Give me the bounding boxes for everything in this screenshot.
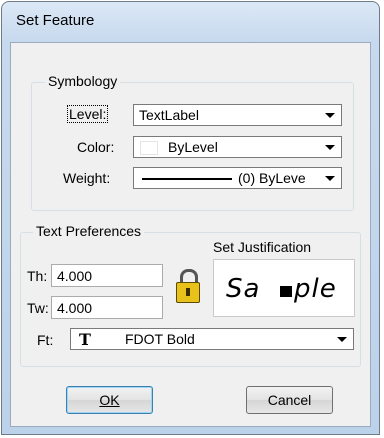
dialog-client-area: Symbology Level: TextLabel Color: ByLeve…	[10, 42, 371, 427]
color-label: Color:	[77, 139, 115, 155]
dialog-title: Set Feature	[16, 12, 95, 29]
chevron-down-icon	[325, 176, 335, 181]
symbology-group-label: Symbology	[45, 73, 121, 89]
ok-button-label: OK	[99, 392, 120, 408]
text-height-input[interactable]: 4.000	[51, 264, 163, 287]
set-justification-label: Set Justification	[213, 239, 312, 255]
level-value: TextLabel	[139, 107, 199, 123]
color-combo[interactable]: ByLevel	[133, 136, 342, 158]
tw-label: Tw:	[27, 300, 49, 316]
justification-sample-box[interactable]: Sa ple	[213, 259, 355, 317]
text-width-input[interactable]: 4.000	[51, 296, 163, 319]
level-combo[interactable]: TextLabel	[133, 104, 342, 126]
truetype-font-icon: T	[79, 330, 91, 349]
weight-combo[interactable]: (0) ByLeve	[133, 167, 342, 189]
chevron-down-icon	[325, 113, 335, 118]
sample-text-end: ple	[294, 274, 337, 304]
sample-text-start: Sa	[226, 274, 261, 304]
weight-value: (0) ByLeve	[238, 170, 306, 186]
text-height-value: 4.000	[57, 268, 93, 284]
cancel-button[interactable]: Cancel	[246, 386, 333, 414]
text-width-value: 4.000	[57, 300, 93, 316]
th-label: Th:	[27, 268, 48, 284]
font-combo[interactable]: T FDOT Bold	[70, 328, 354, 350]
justification-point-marker[interactable]	[280, 286, 292, 297]
chevron-down-icon	[325, 145, 335, 150]
color-swatch	[140, 141, 158, 155]
color-value: ByLevel	[168, 139, 218, 155]
lock-icon[interactable]	[175, 269, 201, 305]
line-weight-icon	[142, 178, 232, 180]
chevron-down-icon	[337, 337, 347, 342]
ft-label: Ft:	[37, 332, 54, 348]
cancel-button-label: Cancel	[267, 392, 312, 408]
weight-label: Weight:	[63, 170, 111, 186]
ok-button[interactable]: OK	[66, 386, 153, 414]
font-value: FDOT Bold	[125, 331, 195, 347]
level-label: Level:	[66, 105, 109, 123]
set-feature-dialog: Set Feature Symbology Level: TextLabel C…	[1, 1, 380, 435]
text-preferences-group-label: Text Preferences	[33, 223, 145, 239]
